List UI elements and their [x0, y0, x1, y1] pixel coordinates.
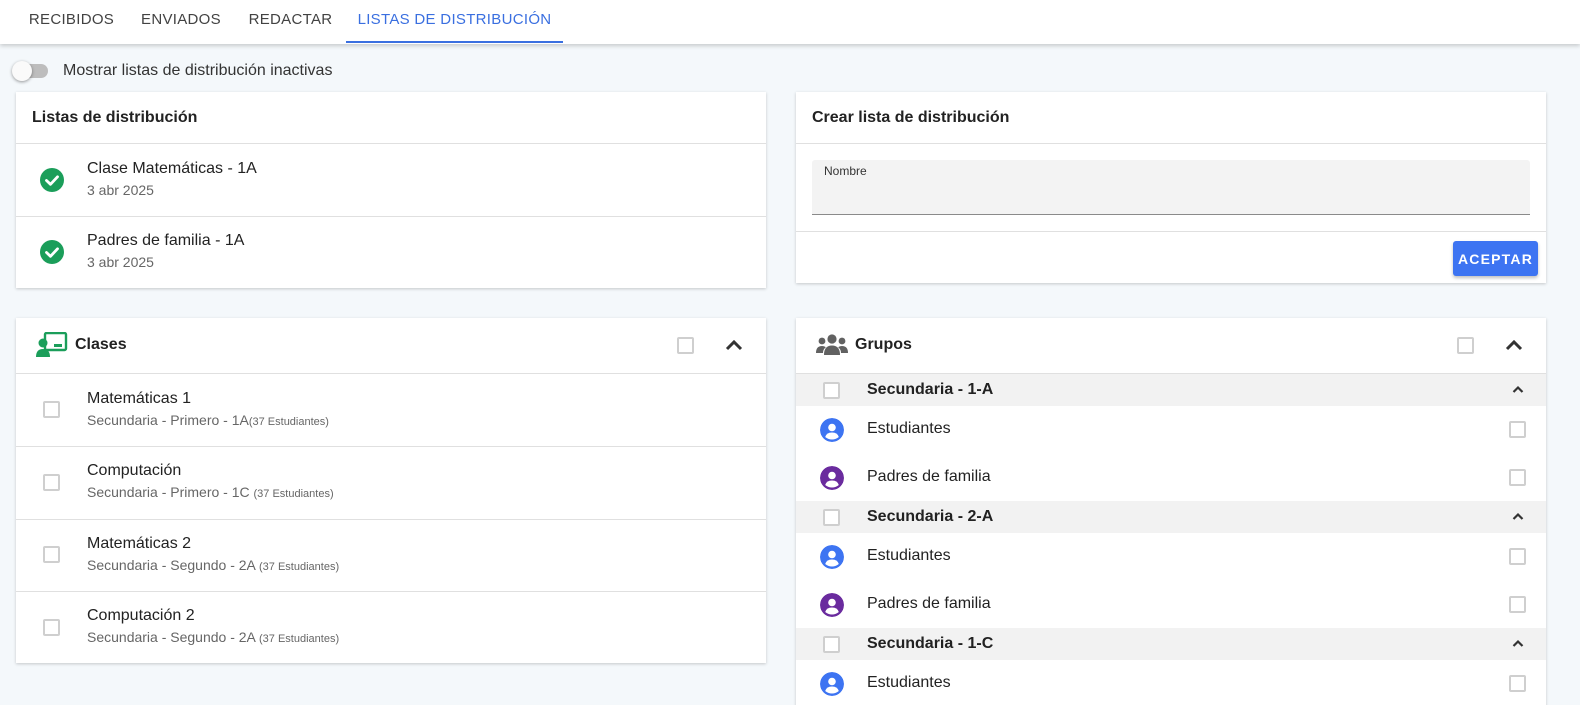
check-circle-icon	[40, 168, 64, 192]
accept-button[interactable]: ACEPTAR	[1453, 241, 1538, 276]
chevron-up-icon[interactable]	[725, 338, 743, 352]
class-detail: Secundaria - Segundo - 2A (37 Estudiante…	[87, 629, 340, 645]
member-name: Estudiantes	[867, 674, 951, 691]
classes-title: Clases	[75, 336, 127, 353]
group-name: Secundaria - 1-A	[867, 381, 994, 398]
create-list-title: Crear lista de distribución	[812, 109, 1010, 126]
list-item-name: Padres de familia - 1A	[87, 232, 245, 249]
tab-recibidos[interactable]: RECIBIDOS	[16, 0, 127, 44]
name-field[interactable]: Nombre	[812, 160, 1530, 215]
chevron-up-icon[interactable]	[1512, 384, 1524, 394]
check-circle-icon	[40, 240, 64, 264]
list-item-name: Clase Matemáticas - 1A	[87, 160, 257, 177]
student-avatar-icon	[820, 672, 844, 696]
class-detail: Secundaria - Primero - 1C (37 Estudiante…	[87, 484, 334, 500]
group-name: Secundaria - 1-C	[867, 635, 994, 652]
group-header[interactable]: Secundaria - 2-A	[796, 501, 1546, 533]
toggle-knob	[12, 61, 32, 81]
group-member-row[interactable]: Padres de familia	[796, 581, 1546, 629]
inactive-lists-toggle[interactable]	[12, 61, 48, 81]
class-row[interactable]: Matemáticas 1 Secundaria - Primero - 1A(…	[16, 374, 766, 446]
member-checkbox[interactable]	[1509, 469, 1526, 486]
chevron-up-icon[interactable]	[1505, 338, 1523, 352]
student-avatar-icon	[820, 545, 844, 569]
groups-title: Grupos	[855, 336, 912, 353]
class-detail: Secundaria - Segundo - 2A (37 Estudiante…	[87, 557, 340, 573]
list-item-date: 3 abr 2025	[87, 182, 154, 198]
divider	[796, 143, 1546, 144]
class-row[interactable]: Computación 2 Secundaria - Segundo - 2A …	[16, 592, 766, 663]
chevron-up-icon[interactable]	[1512, 511, 1524, 521]
chevron-up-icon[interactable]	[1512, 638, 1524, 648]
group-member-row[interactable]: Estudiantes	[796, 660, 1546, 705]
class-name: Computación 2	[87, 607, 195, 624]
class-checkbox[interactable]	[43, 401, 60, 418]
member-name: Estudiantes	[867, 547, 951, 564]
top-tab-bar: RECIBIDOS ENVIADOS REDACTAR LISTAS DE DI…	[0, 0, 1580, 44]
member-name: Padres de familia	[867, 468, 991, 485]
divider	[796, 231, 1546, 232]
distribution-lists-title: Listas de distribución	[32, 109, 198, 126]
member-name: Estudiantes	[867, 420, 951, 437]
member-checkbox[interactable]	[1509, 675, 1526, 692]
teacher-board-icon	[36, 332, 68, 357]
parent-avatar-icon	[820, 593, 844, 617]
group-member-row[interactable]: Estudiantes	[796, 533, 1546, 581]
active-tab-indicator	[346, 41, 563, 43]
groups-card: Grupos Secundaria - 1-A Estudiantes Padr…	[796, 318, 1546, 705]
name-field-label: Nombre	[824, 164, 867, 178]
list-item[interactable]: Padres de familia - 1A 3 abr 2025	[16, 217, 766, 288]
distribution-lists-card: Listas de distribución Clase Matemáticas…	[16, 92, 766, 288]
list-item-date: 3 abr 2025	[87, 254, 154, 270]
member-checkbox[interactable]	[1509, 596, 1526, 613]
class-checkbox[interactable]	[43, 474, 60, 491]
tab-enviados[interactable]: ENVIADOS	[127, 0, 235, 44]
group-checkbox[interactable]	[823, 509, 840, 526]
group-checkbox[interactable]	[823, 382, 840, 399]
class-checkbox[interactable]	[43, 546, 60, 563]
classes-card: Clases Matemáticas 1 Secundaria - Primer…	[16, 318, 766, 663]
inactive-lists-toggle-label: Mostrar listas de distribución inactivas	[63, 62, 333, 79]
list-item[interactable]: Clase Matemáticas - 1A 3 abr 2025	[16, 144, 766, 216]
tab-listas-distribucion[interactable]: LISTAS DE DISTRIBUCIÓN	[346, 0, 563, 44]
people-group-icon	[816, 334, 848, 355]
parent-avatar-icon	[820, 466, 844, 490]
class-name: Matemáticas 1	[87, 390, 192, 407]
class-checkbox[interactable]	[43, 619, 60, 636]
group-checkbox[interactable]	[823, 636, 840, 653]
member-name: Padres de familia	[867, 595, 991, 612]
member-checkbox[interactable]	[1509, 421, 1526, 438]
create-list-card: Crear lista de distribución Nombre ACEPT…	[796, 92, 1546, 283]
tab-redactar[interactable]: REDACTAR	[235, 0, 346, 44]
select-all-classes-checkbox[interactable]	[677, 337, 694, 354]
group-name: Secundaria - 2-A	[867, 508, 994, 525]
class-detail: Secundaria - Primero - 1A(37 Estudiantes…	[87, 412, 329, 428]
member-checkbox[interactable]	[1509, 548, 1526, 565]
group-member-row[interactable]: Padres de familia	[796, 454, 1546, 502]
group-header[interactable]: Secundaria - 1-A	[796, 374, 1546, 406]
name-input[interactable]	[824, 184, 1518, 210]
class-row[interactable]: Computación Secundaria - Primero - 1C (3…	[16, 447, 766, 519]
select-all-groups-checkbox[interactable]	[1457, 337, 1474, 354]
class-name: Computación	[87, 462, 182, 479]
group-member-row[interactable]: Estudiantes	[796, 406, 1546, 454]
class-row[interactable]: Matemáticas 2 Secundaria - Segundo - 2A …	[16, 520, 766, 592]
group-header[interactable]: Secundaria - 1-C	[796, 628, 1546, 660]
class-name: Matemáticas 2	[87, 535, 192, 552]
student-avatar-icon	[820, 418, 844, 442]
